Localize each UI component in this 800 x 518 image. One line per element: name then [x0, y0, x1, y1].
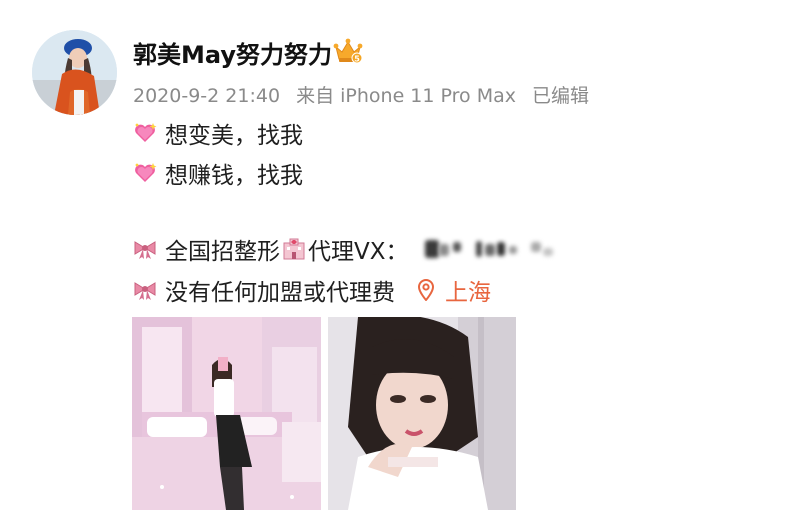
location-pin-icon: [417, 279, 435, 301]
sparkling-heart-icon: [135, 163, 157, 182]
ribbon-bow-icon: [134, 241, 156, 259]
post-text-line-4: 没有任何加盟或代理费: [165, 280, 395, 306]
post-meta: 2020-9-2 21:40 来自 iPhone 11 Pro Max 已编辑: [133, 81, 599, 108]
bedroom-photo: [132, 317, 321, 510]
post-text-line-1: 想变美，找我: [165, 123, 303, 149]
sparkling-heart-icon: [135, 123, 157, 142]
post-source: 来自 iPhone 11 Pro Max: [296, 85, 516, 107]
post-photo-1[interactable]: [132, 317, 321, 510]
avatar-image: [32, 30, 117, 115]
post-datetime[interactable]: 2020-9-2 21:40: [133, 85, 280, 107]
post-line-2: 想赚钱，找我: [133, 156, 303, 190]
post-line-1: 想变美，找我: [133, 116, 303, 150]
avatar[interactable]: [32, 30, 117, 115]
user-name[interactable]: 郭美May努力努力: [133, 35, 332, 70]
crown-badge-icon[interactable]: 5: [333, 37, 363, 65]
post-edited[interactable]: 已编辑: [532, 85, 589, 107]
post-photo-2[interactable]: [328, 317, 516, 510]
post-text-line-2: 想赚钱，找我: [165, 163, 303, 189]
ribbon-bow-icon: [134, 282, 156, 300]
selfie-photo: [328, 317, 516, 510]
post-text-line-3-suffix: 代理VX：: [308, 239, 409, 265]
censored-contact: [421, 236, 591, 262]
location-label: 上海: [445, 280, 491, 306]
post-line-3: 全国招整形 代理VX：: [133, 232, 591, 266]
svg-text:5: 5: [354, 55, 360, 64]
location-tag[interactable]: 上海: [417, 273, 491, 307]
post-text-line-3: 全国招整形: [165, 239, 280, 265]
hospital-icon: [283, 238, 305, 260]
post-line-4: 没有任何加盟或代理费 上海: [133, 273, 491, 307]
